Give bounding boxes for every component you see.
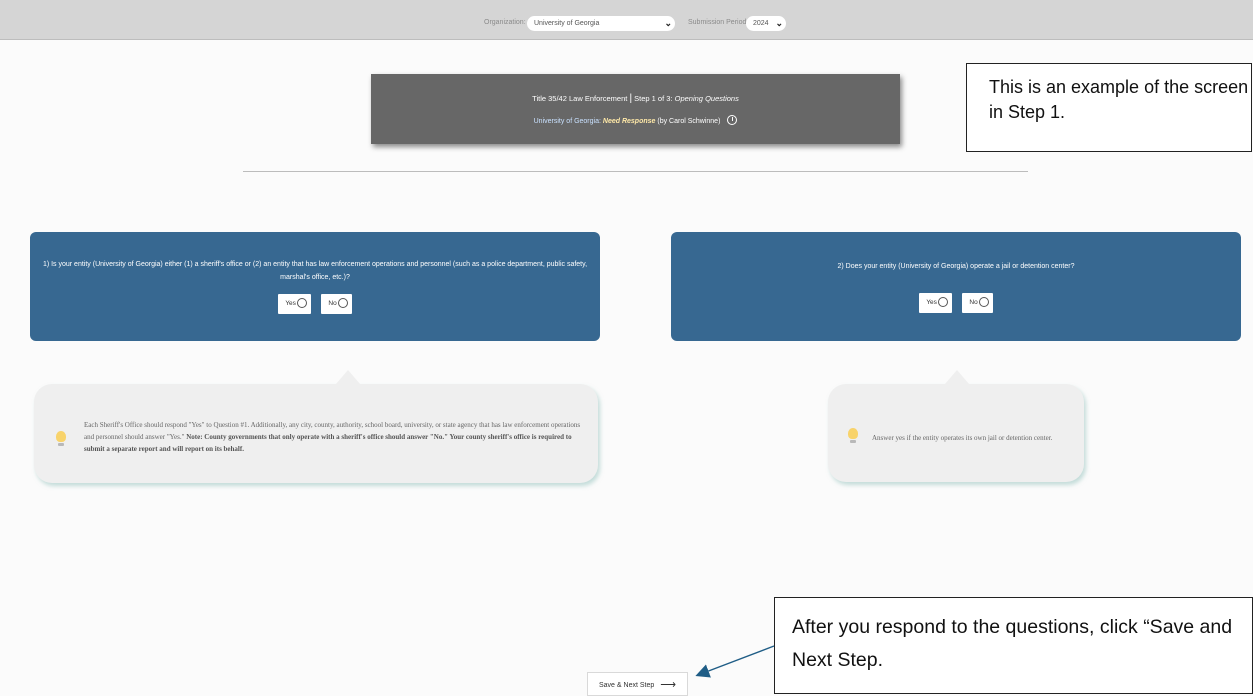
radio-button[interactable] xyxy=(937,297,948,307)
step-name: Opening Questions xyxy=(674,94,739,103)
radio-button[interactable] xyxy=(296,298,307,308)
status-author: (by Carol Schwinne) xyxy=(657,118,721,125)
lightbulb-icon xyxy=(56,431,66,446)
title-separator: | xyxy=(629,93,633,104)
no-label: No xyxy=(328,300,337,307)
section-divider xyxy=(243,171,1028,172)
period-select-value: 2024 xyxy=(753,20,769,27)
yes-option[interactable]: Yes xyxy=(919,293,952,313)
status-line: University of Georgia: Need Response (by… xyxy=(371,115,900,125)
status-badge: Need Response xyxy=(602,118,656,125)
yes-label: Yes xyxy=(926,299,937,306)
radio-button[interactable] xyxy=(978,297,989,307)
organization-select[interactable]: University of Georgia ⌄ xyxy=(527,16,675,31)
radio-button[interactable] xyxy=(337,298,348,308)
lightbulb-icon xyxy=(848,428,858,443)
yes-label: Yes xyxy=(285,300,296,307)
question-card-1: 1) Is your entity (University of Georgia… xyxy=(30,232,600,341)
chevron-down-icon: ⌄ xyxy=(775,18,783,28)
chevron-down-icon: ⌄ xyxy=(664,18,672,28)
question-text: 1) Is your entity (University of Georgia… xyxy=(42,261,588,281)
top-toolbar: Organization: University of Georgia ⌄ Su… xyxy=(0,0,1253,40)
instruction-callout-bottom: After you respond to the questions, clic… xyxy=(774,597,1253,694)
answer-options: Yes No xyxy=(671,293,1241,313)
question-card-2: 2) Does your entity (University of Georg… xyxy=(671,232,1241,341)
no-option[interactable]: No xyxy=(962,293,993,313)
yes-option[interactable]: Yes xyxy=(278,294,311,314)
help-tip-1: Each Sheriff's Office should respond "Ye… xyxy=(34,370,598,483)
step-indicator: Step 1 of 3: xyxy=(634,94,673,103)
instruction-callout-top: This is an example of the screen in Step… xyxy=(966,63,1252,152)
help-tip-2: Answer yes if the entity operates its ow… xyxy=(828,370,1084,482)
period-select[interactable]: 2024 ⌄ xyxy=(746,16,786,31)
question-text: 2) Does your entity (University of Georg… xyxy=(837,263,1075,270)
help-tip-text: Each Sheriff's Office should respond "Ye… xyxy=(84,419,584,455)
answer-options: Yes No xyxy=(30,294,600,314)
organization-label: Organization: xyxy=(484,19,526,26)
arrow-right-icon: ⟶ xyxy=(660,679,676,691)
no-label: No xyxy=(969,299,978,306)
save-next-step-label: Save & Next Step xyxy=(599,682,655,689)
status-org-name: University of Georgia: xyxy=(533,118,601,125)
clock-icon[interactable] xyxy=(727,115,738,125)
save-next-step-button[interactable]: Save & Next Step ⟶ xyxy=(587,672,688,696)
organization-select-value: University of Georgia xyxy=(534,20,600,27)
period-label: Submission Period: xyxy=(688,19,749,26)
step-header-card: Title 35/42 Law Enforcement | Step 1 of … xyxy=(371,74,900,144)
help-tip-text: Answer yes if the entity operates its ow… xyxy=(872,434,1053,442)
report-title: Title 35/42 Law Enforcement xyxy=(532,94,628,103)
step-header-title: Title 35/42 Law Enforcement | Step 1 of … xyxy=(371,93,900,104)
no-option[interactable]: No xyxy=(321,294,352,314)
